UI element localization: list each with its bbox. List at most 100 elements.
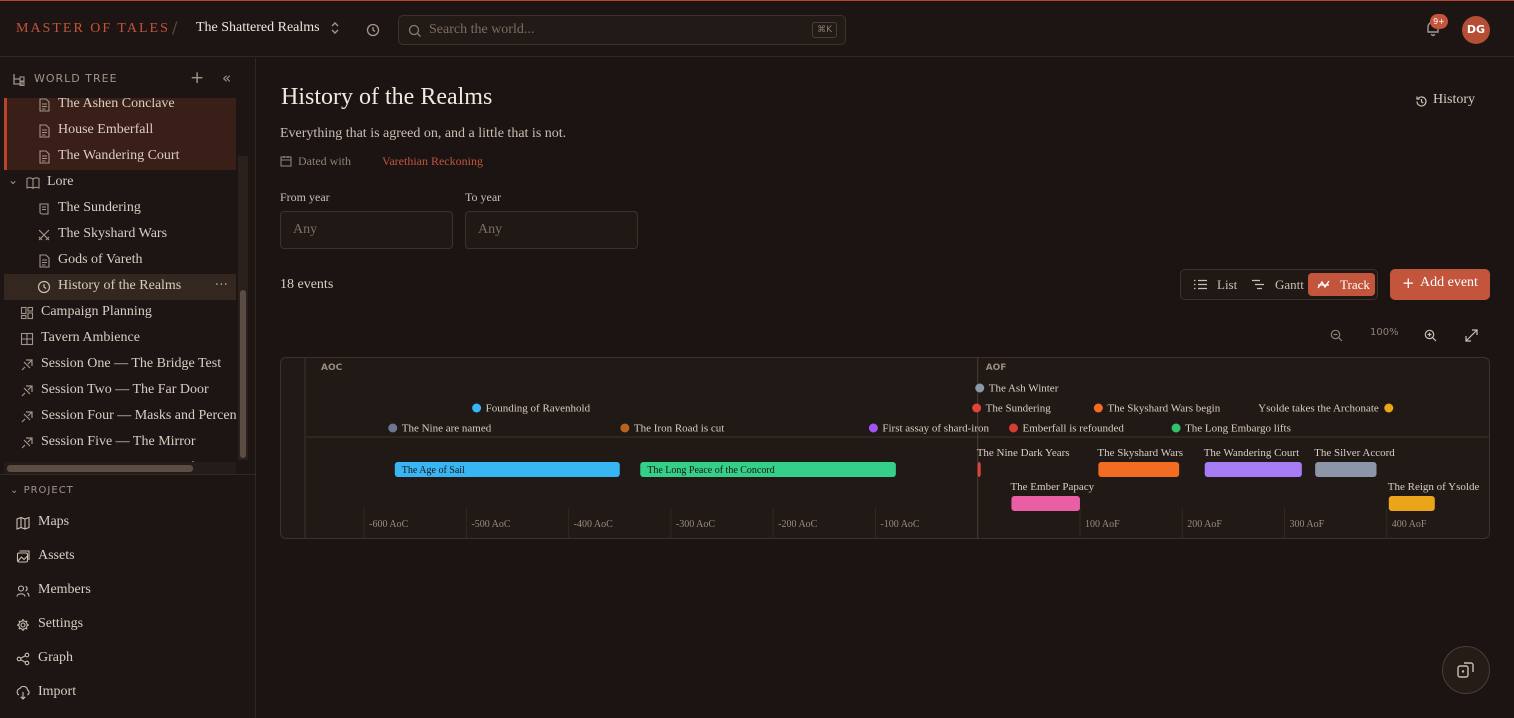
sidebar-tree-item[interactable]: ⌄ Lore	[4, 170, 236, 196]
view-gantt-button[interactable]: Gantt	[1243, 273, 1305, 296]
event-point-marker[interactable]	[1171, 423, 1181, 433]
sidebar-tree-item[interactable]: The Sundering	[4, 196, 236, 222]
chevron-updown-icon[interactable]	[330, 21, 340, 38]
event-point-marker[interactable]	[388, 423, 398, 433]
tree-horizontal-scrollbar[interactable]	[4, 462, 236, 474]
event-span-label[interactable]: The Skyshard Wars	[1097, 447, 1183, 459]
event-point-marker[interactable]	[472, 403, 482, 413]
sidebar-tree-item[interactable]: Tavern Ambience	[4, 326, 236, 352]
axis-tick-label: -100 AoC	[880, 519, 920, 530]
axis-tick-label: -200 AoC	[778, 519, 818, 530]
tree-item-label: Session Two — The Far Door	[41, 382, 209, 397]
sidebar-tree-item[interactable]: Session One — The Bridge Test	[4, 352, 236, 378]
calendar-link[interactable]: Varethian Reckoning	[382, 154, 483, 169]
event-span-bar[interactable]	[1011, 496, 1080, 511]
event-point-label[interactable]: The Skyshard Wars begin	[1107, 403, 1220, 415]
chevron-down-icon[interactable]: ⌄	[8, 173, 18, 187]
project-nav-item[interactable]: Members	[0, 576, 256, 606]
event-point-label[interactable]: The Ash Winter	[989, 383, 1059, 395]
project-nav-label: Settings	[38, 616, 84, 631]
event-point-label[interactable]: First assay of shard-iron	[882, 423, 989, 435]
import-icon	[16, 686, 30, 700]
event-point-marker[interactable]	[1008, 423, 1018, 433]
event-span-label[interactable]: The Wandering Court	[1204, 447, 1299, 459]
sidebar-tree-item[interactable]: Gods of Vareth	[4, 248, 236, 274]
event-span-bar[interactable]	[1388, 496, 1435, 511]
sidebar-tree-item[interactable]: Campaign Planning	[4, 300, 236, 326]
event-point-label[interactable]: Ysolde takes the Archonate	[1258, 403, 1379, 415]
sidebar-tree-item[interactable]: Session Two — The Far Door	[4, 378, 236, 404]
search-input[interactable]: Search the world... ⌘K	[398, 15, 846, 45]
event-point-marker[interactable]	[975, 383, 985, 393]
tree-vertical-scrollbar[interactable]	[238, 156, 248, 460]
sidebar: WORLD TREE + « The Ashen Conclave House E…	[0, 58, 256, 718]
event-span-bar[interactable]	[1204, 462, 1302, 477]
event-point-label[interactable]: The Nine are named	[402, 423, 492, 435]
scroll-thumb[interactable]	[240, 290, 246, 458]
to-year-input[interactable]: Any	[465, 211, 638, 249]
gantt-icon	[1252, 279, 1264, 290]
session-icon	[21, 385, 33, 397]
document-icon	[39, 98, 50, 112]
recent-clock-icon[interactable]	[366, 22, 380, 41]
event-point-marker[interactable]	[1384, 403, 1394, 413]
scroll-thumb[interactable]	[7, 465, 193, 472]
search-shortcut-hint: ⌘K	[812, 22, 837, 38]
main-content: History of the Realms History Everything…	[257, 58, 1514, 718]
event-span-label[interactable]: The Silver Accord	[1314, 447, 1395, 459]
project-nav-item[interactable]: Settings	[0, 610, 256, 640]
add-page-button[interactable]: +	[190, 68, 204, 88]
sidebar-tree-item[interactable]: Session Four — Masks and Percentages	[4, 404, 236, 430]
axis-tick-label: 200 AoF	[1187, 519, 1222, 530]
event-point-label[interactable]: Founding of Ravenhold	[486, 403, 591, 415]
event-point-label[interactable]: The Long Embargo lifts	[1185, 423, 1291, 435]
project-section-header[interactable]: ⌄ PROJECT	[10, 485, 74, 496]
sidebar-tree-item[interactable]: The Wandering Court	[4, 144, 236, 170]
event-span-bar[interactable]	[977, 462, 981, 477]
event-point-marker[interactable]	[868, 423, 878, 433]
event-span-label[interactable]: The Reign of Ysolde	[1388, 481, 1480, 493]
project-nav-item[interactable]: Maps	[0, 508, 256, 538]
avatar[interactable]: DG	[1462, 16, 1490, 44]
project-nav-item[interactable]: Graph	[0, 644, 256, 674]
add-event-button[interactable]: + Add event	[1390, 269, 1490, 300]
world-switcher-label[interactable]: The Shattered Realms	[196, 20, 320, 36]
event-span-bar[interactable]	[1098, 462, 1180, 477]
sidebar-tree-item[interactable]: House Emberfall	[4, 118, 236, 144]
event-span-label[interactable]: The Ember Papacy	[1010, 481, 1094, 493]
fullscreen-icon[interactable]	[1465, 329, 1478, 342]
track-icon	[1317, 280, 1330, 289]
assistant-fab-button[interactable]	[1442, 646, 1490, 694]
sidebar-tree-item[interactable]: Session Five — The Mirror	[4, 430, 236, 456]
world-tree-header: WORLD TREE + «	[0, 58, 256, 98]
event-point-marker[interactable]	[972, 403, 982, 413]
graph-icon	[16, 652, 30, 666]
brand-logo[interactable]: MASTER OF TALES	[16, 21, 170, 37]
project-nav-item[interactable]: Assets	[0, 542, 256, 572]
event-span-label[interactable]: The Nine Dark Years	[977, 447, 1070, 459]
event-point-label[interactable]: The Sundering	[986, 403, 1052, 415]
sidebar-tree-item[interactable]: The Skyshard Wars	[4, 222, 236, 248]
event-span-bar[interactable]	[1315, 462, 1377, 477]
zoom-out-icon[interactable]	[1330, 329, 1343, 342]
project-nav-item[interactable]: Import	[0, 678, 256, 708]
event-point-label[interactable]: Emberfall is refounded	[1022, 423, 1124, 435]
event-span-label[interactable]: The Age of Sail	[402, 465, 465, 476]
users-icon	[16, 585, 30, 597]
view-track-button[interactable]: Track	[1308, 273, 1375, 296]
collapse-sidebar-button[interactable]: «	[222, 69, 231, 87]
project-nav-label: Assets	[38, 548, 75, 563]
sidebar-tree-item[interactable]: The Ashen Conclave	[4, 98, 236, 118]
event-point-label[interactable]: The Iron Road is cut	[634, 423, 724, 435]
event-point-marker[interactable]	[620, 423, 630, 433]
event-point-marker[interactable]	[1093, 403, 1103, 413]
more-options-button[interactable]: ···	[215, 277, 228, 293]
sidebar-tree-item[interactable]: History of the Realms ···	[4, 274, 236, 300]
timeline-track[interactable]: AOC AOF -600 AoC -500 AoC -400 AoC -300 AoC -2…	[280, 357, 1490, 539]
zoom-in-icon[interactable]	[1424, 329, 1437, 342]
project-nav-label: Import	[38, 684, 77, 699]
history-icon	[1416, 96, 1427, 107]
from-year-input[interactable]: Any	[280, 211, 453, 249]
view-list-button[interactable]: List	[1185, 273, 1241, 296]
event-span-label[interactable]: The Long Peace of the Concord	[647, 465, 774, 476]
